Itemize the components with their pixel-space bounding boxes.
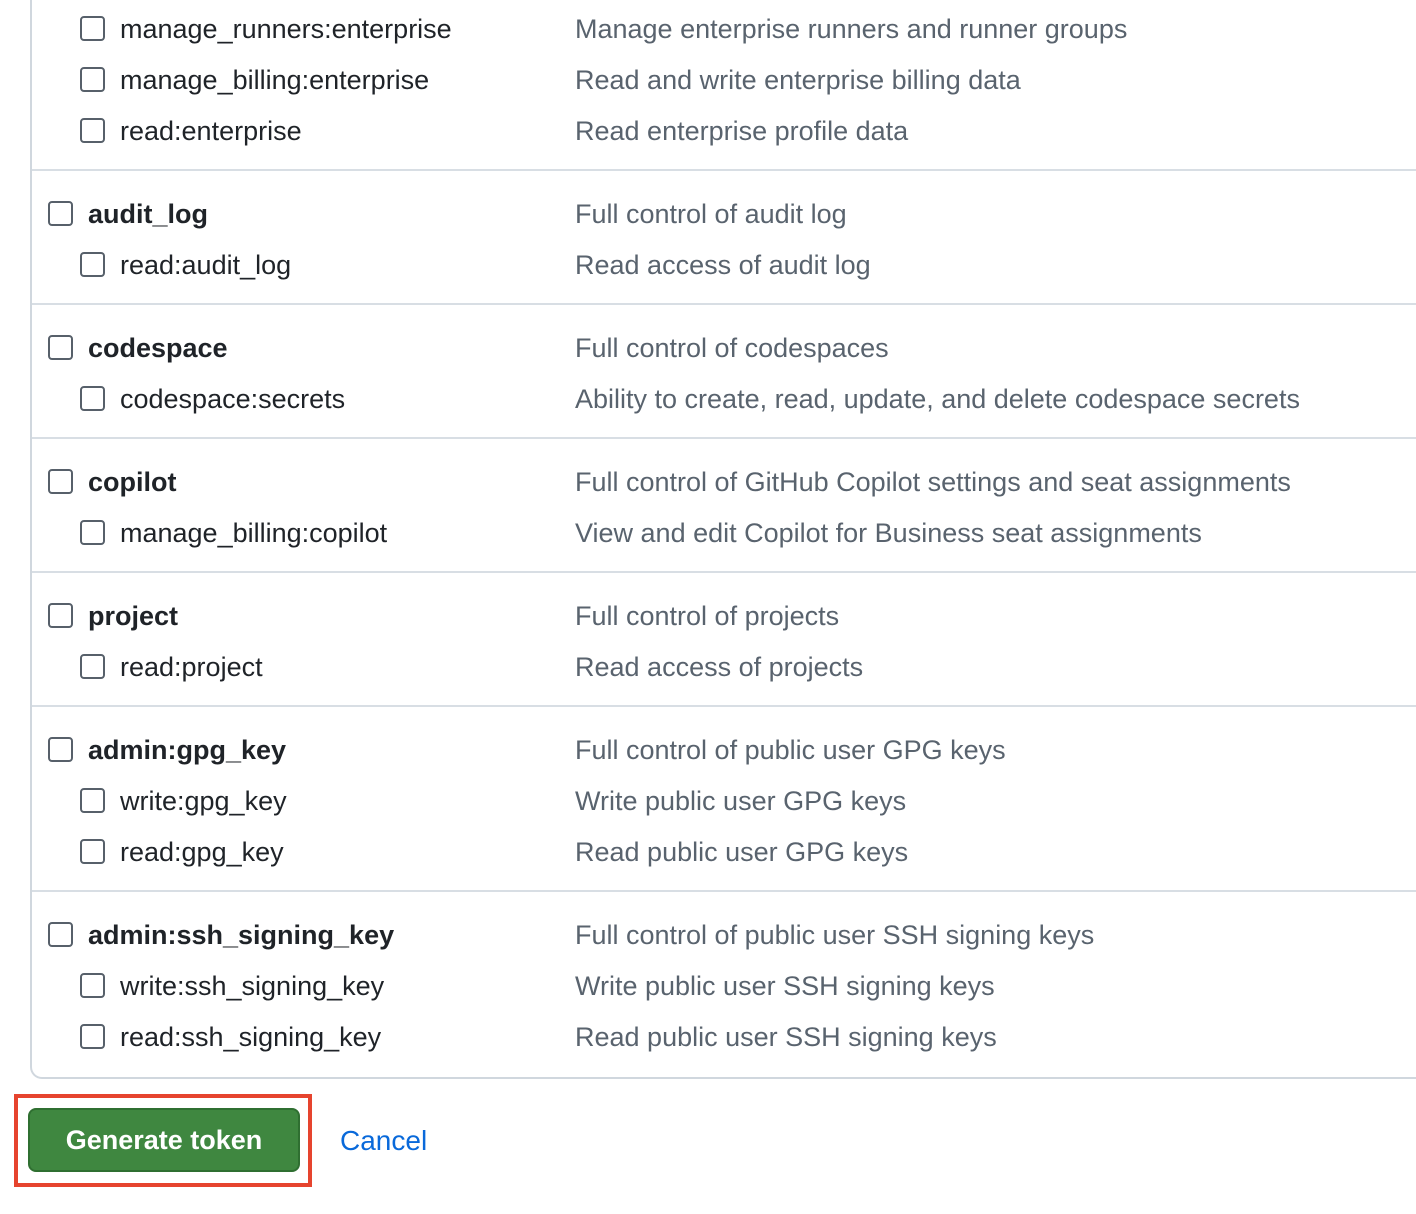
scope-label: admin:gpg_key <box>88 735 287 765</box>
checkbox[interactable] <box>80 252 105 277</box>
scope-description: Full control of codespaces <box>575 333 889 363</box>
scope-description: Full control of public user SSH signing … <box>575 920 1095 950</box>
section-divider <box>32 437 1416 439</box>
scope-row-audit-log: audit_log Full control of audit log <box>32 188 1416 239</box>
scope-label: read:audit_log <box>120 250 292 280</box>
scope-description: Read enterprise profile data <box>575 116 909 146</box>
checkbox[interactable] <box>80 67 105 92</box>
checkbox[interactable] <box>80 118 105 143</box>
scope-label: codespace <box>88 333 228 363</box>
checkbox[interactable] <box>80 520 105 545</box>
scope-description: Write public user SSH signing keys <box>575 971 995 1001</box>
scope-row-copilot: copilot Full control of GitHub Copilot s… <box>32 456 1416 507</box>
scope-row-write-gpg-key: write:gpg_key Write public user GPG keys <box>32 775 1416 826</box>
scope-description: Read access of audit log <box>575 250 871 280</box>
scope-description: Read public user GPG keys <box>575 837 909 867</box>
scope-description: View and edit Copilot for Business seat … <box>575 518 1202 548</box>
scope-row-read-ssh-signing-key: read:ssh_signing_key Read public user SS… <box>32 1011 1416 1062</box>
checkbox[interactable] <box>80 654 105 679</box>
scope-label: read:ssh_signing_key <box>120 1022 382 1052</box>
scope-label: manage_billing:copilot <box>120 518 388 548</box>
scope-row-read-gpg-key: read:gpg_key Read public user GPG keys <box>32 826 1416 877</box>
scope-label: audit_log <box>88 199 208 229</box>
checkbox[interactable] <box>80 16 105 41</box>
section-divider <box>32 890 1416 892</box>
scope-label: manage_runners:enterprise <box>120 14 452 44</box>
scope-label: manage_billing:enterprise <box>120 65 430 95</box>
scope-row-codespace: codespace Full control of codespaces <box>32 322 1416 373</box>
scope-row-codespace-secrets: codespace:secrets Ability to create, rea… <box>32 373 1416 424</box>
scope-label: read:gpg_key <box>120 837 284 867</box>
scope-description: Full control of GitHub Copilot settings … <box>575 467 1291 497</box>
section-divider <box>32 571 1416 573</box>
scope-row-write-ssh-signing-key: write:ssh_signing_key Write public user … <box>32 960 1416 1011</box>
scope-label: copilot <box>88 467 177 497</box>
section-divider <box>32 169 1416 171</box>
checkbox[interactable] <box>48 201 73 226</box>
scope-row-read-audit-log: read:audit_log Read access of audit log <box>32 239 1416 290</box>
checkbox[interactable] <box>48 335 73 360</box>
scope-description: Write public user GPG keys <box>575 786 907 816</box>
scope-label: admin:ssh_signing_key <box>88 920 395 950</box>
scope-label: read:project <box>120 652 263 682</box>
section-divider <box>32 705 1416 707</box>
scope-description: Manage enterprise runners and runner gro… <box>575 14 1128 44</box>
checkbox[interactable] <box>80 386 105 411</box>
scope-description: Full control of public user GPG keys <box>575 735 1006 765</box>
scope-description: Full control of projects <box>575 601 840 631</box>
scope-label: write:ssh_signing_key <box>120 971 385 1001</box>
checkbox[interactable] <box>80 973 105 998</box>
checkbox[interactable] <box>80 839 105 864</box>
scope-label: project <box>88 601 179 631</box>
checkbox[interactable] <box>48 469 73 494</box>
checkbox[interactable] <box>48 737 73 762</box>
scope-label: write:gpg_key <box>120 786 287 816</box>
scope-row-project: project Full control of projects <box>32 590 1416 641</box>
scope-label: read:enterprise <box>120 116 302 146</box>
scope-row-manage-runners-enterprise: manage_runners:enterprise Manage enterpr… <box>32 3 1416 54</box>
checkbox[interactable] <box>80 788 105 813</box>
checkbox[interactable] <box>80 1024 105 1049</box>
generate-token-button[interactable]: Generate token <box>28 1108 300 1172</box>
scope-row-manage-billing-enterprise: manage_billing:enterprise Read and write… <box>32 54 1416 105</box>
scope-description: Ability to create, read, update, and del… <box>575 384 1300 414</box>
scope-row-read-enterprise: read:enterprise Read enterprise profile … <box>32 105 1416 156</box>
scopes-list: manage_runners:enterprise Manage enterpr… <box>30 0 1416 1079</box>
scope-row-read-project: read:project Read access of projects <box>32 641 1416 692</box>
scope-description: Full control of audit log <box>575 199 847 229</box>
section-divider <box>32 303 1416 305</box>
scope-description: Read public user SSH signing keys <box>575 1022 997 1052</box>
scope-row-admin-ssh-signing-key: admin:ssh_signing_key Full control of pu… <box>32 909 1416 960</box>
scope-description: Read access of projects <box>575 652 864 682</box>
scope-label: codespace:secrets <box>120 384 346 414</box>
checkbox[interactable] <box>48 603 73 628</box>
cancel-link[interactable]: Cancel <box>340 1124 427 1158</box>
scope-row-admin-gpg-key: admin:gpg_key Full control of public use… <box>32 724 1416 775</box>
checkbox[interactable] <box>48 922 73 947</box>
scope-row-manage-billing-copilot: manage_billing:copilot View and edit Cop… <box>32 507 1416 558</box>
scope-description: Read and write enterprise billing data <box>575 65 1021 95</box>
